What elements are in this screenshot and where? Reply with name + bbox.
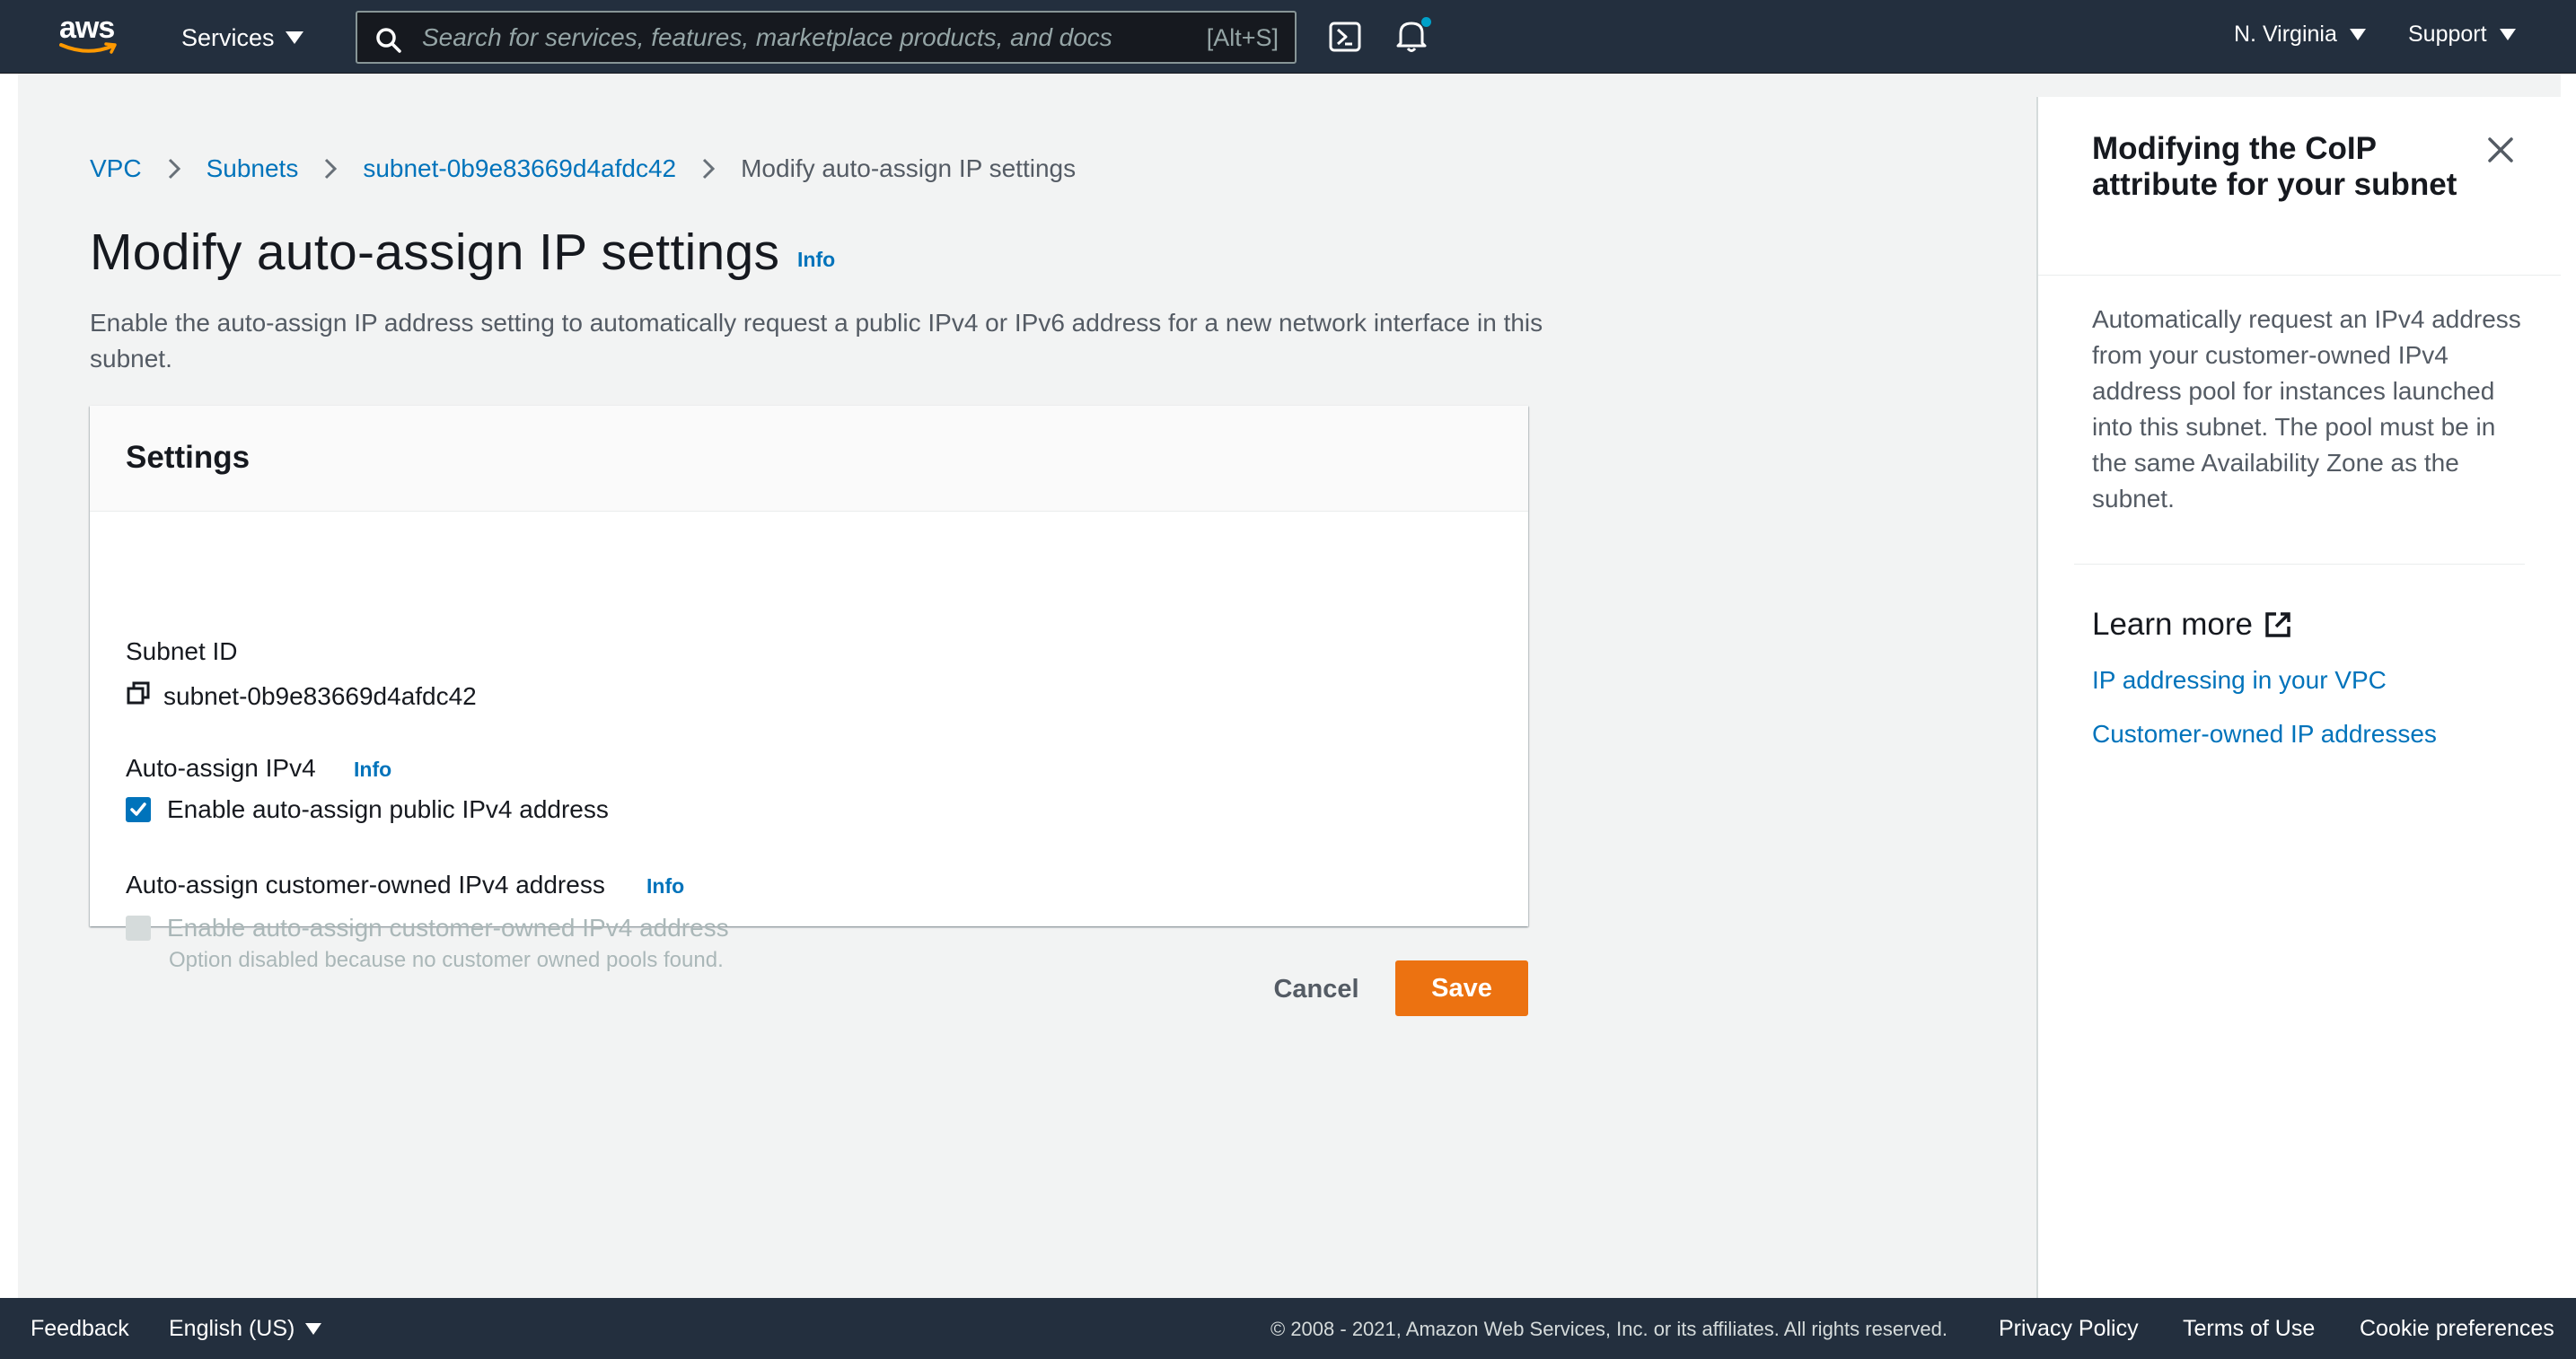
help-panel: Modifying the CoIP attribute for your su… xyxy=(2036,97,2563,1298)
close-icon xyxy=(2488,137,2513,162)
breadcrumb: VPC Subnets subnet-0b9e83669d4afdc42 Mod… xyxy=(90,149,1076,189)
subnet-id-value: subnet-0b9e83669d4afdc42 xyxy=(163,681,477,710)
settings-header: Settings xyxy=(90,406,1528,512)
search-bar[interactable]: [Alt+S] xyxy=(356,11,1297,64)
services-menu-button[interactable]: Services xyxy=(181,20,303,56)
search-input[interactable] xyxy=(422,20,1158,56)
help-link-customer-owned-ip[interactable]: Customer-owned IP addresses xyxy=(2092,720,2437,749)
page-info-link[interactable]: Info xyxy=(797,248,835,272)
search-shortcut-hint: [Alt+S] xyxy=(1206,24,1279,51)
cancel-button[interactable]: Cancel xyxy=(1257,962,1376,1016)
help-divider xyxy=(2038,275,2563,276)
auto-assign-ipv4-label: Auto-assign IPv4 xyxy=(126,754,316,782)
ipv4-info-link[interactable]: Info xyxy=(354,758,391,782)
breadcrumb-subnet-id[interactable]: subnet-0b9e83669d4afdc42 xyxy=(363,154,676,183)
help-link-ip-addressing[interactable]: IP addressing in your VPC xyxy=(2092,666,2387,695)
chevron-right-icon xyxy=(323,157,338,180)
notification-dot xyxy=(1421,17,1431,27)
support-menu[interactable]: Support xyxy=(2408,22,2516,48)
chevron-right-icon xyxy=(701,157,716,180)
caret-down-icon xyxy=(305,1323,322,1335)
close-help-button[interactable] xyxy=(2487,136,2514,168)
help-panel-title: Modifying the CoIP attribute for your su… xyxy=(2092,131,2457,202)
language-label: English (US) xyxy=(169,1316,295,1341)
breadcrumb-vpc[interactable]: VPC xyxy=(90,154,142,183)
right-gutter xyxy=(2561,74,2576,1298)
aws-logo[interactable]: aws xyxy=(59,11,124,59)
subnet-id-label: Subnet ID xyxy=(126,637,238,665)
copyright-text: © 2008 - 2021, Amazon Web Services, Inc.… xyxy=(1270,1318,1947,1340)
privacy-policy-link[interactable]: Privacy Policy xyxy=(1999,1316,2139,1342)
breadcrumb-current: Modify auto-assign IP settings xyxy=(741,154,1077,182)
ipv4-checkbox-label[interactable]: Enable auto-assign public IPv4 address xyxy=(167,795,609,824)
main-content: VPC Subnets subnet-0b9e83669d4afdc42 Mod… xyxy=(18,97,2036,1298)
help-divider xyxy=(2074,564,2525,565)
page-description: Enable the auto-assign IP address settin… xyxy=(90,309,1543,373)
learn-more-label: Learn more xyxy=(2092,607,2253,642)
coip-disabled-hint: Option disabled because no customer owne… xyxy=(169,948,724,972)
check-icon xyxy=(130,802,146,816)
copy-icon[interactable] xyxy=(126,680,151,712)
feedback-link[interactable]: Feedback xyxy=(31,1316,129,1342)
services-label: Services xyxy=(181,23,275,51)
external-link-icon xyxy=(2265,612,2290,637)
notifications-button[interactable] xyxy=(1395,17,1431,58)
support-label: Support xyxy=(2408,22,2487,47)
cookie-preferences-link[interactable]: Cookie preferences xyxy=(2360,1316,2554,1342)
ipv4-checkbox[interactable] xyxy=(126,797,151,822)
ipv4-checkbox-row[interactable]: Enable auto-assign public IPv4 address xyxy=(126,795,609,824)
breadcrumb-subnets[interactable]: Subnets xyxy=(207,154,299,183)
subnet-id-value-row: subnet-0b9e83669d4afdc42 xyxy=(126,680,477,712)
language-selector[interactable]: English (US) xyxy=(169,1316,322,1342)
settings-heading: Settings xyxy=(126,440,251,475)
coip-checkbox-label: Enable auto-assign customer-owned IPv4 a… xyxy=(167,914,729,942)
top-navigation: aws Services [Alt+S] N. Virginia xyxy=(0,0,2576,74)
help-panel-body: Automatically request an IPv4 address fr… xyxy=(2092,305,2521,513)
chevron-right-icon xyxy=(167,157,181,180)
save-button[interactable]: Save xyxy=(1395,960,1528,1016)
settings-container: Settings Subnet ID subnet-0b9e83669d4afd… xyxy=(90,406,1528,972)
caret-down-icon xyxy=(2499,29,2516,40)
caret-down-icon xyxy=(285,31,303,44)
cloudshell-button[interactable] xyxy=(1329,22,1361,57)
search-icon xyxy=(376,28,401,53)
terms-of-use-link[interactable]: Terms of Use xyxy=(2183,1316,2315,1342)
coip-info-link[interactable]: Info xyxy=(646,874,684,899)
footer: Feedback English (US) © 2008 - 2021, Ama… xyxy=(0,1298,2576,1359)
coip-checkbox-row: Enable auto-assign customer-owned IPv4 a… xyxy=(126,914,729,943)
cloudshell-icon xyxy=(1329,22,1361,52)
page-title: Modify auto-assign IP settings xyxy=(90,224,780,281)
region-selector[interactable]: N. Virginia xyxy=(2234,22,2366,48)
auto-assign-coip-label: Auto-assign customer-owned IPv4 address xyxy=(126,871,605,899)
aws-logo-text: aws xyxy=(59,11,115,45)
coip-checkbox xyxy=(126,916,151,941)
region-label: N. Virginia xyxy=(2234,22,2337,47)
caret-down-icon xyxy=(2349,29,2366,40)
left-gutter xyxy=(0,74,18,1298)
learn-more-heading: Learn more xyxy=(2092,607,2292,643)
